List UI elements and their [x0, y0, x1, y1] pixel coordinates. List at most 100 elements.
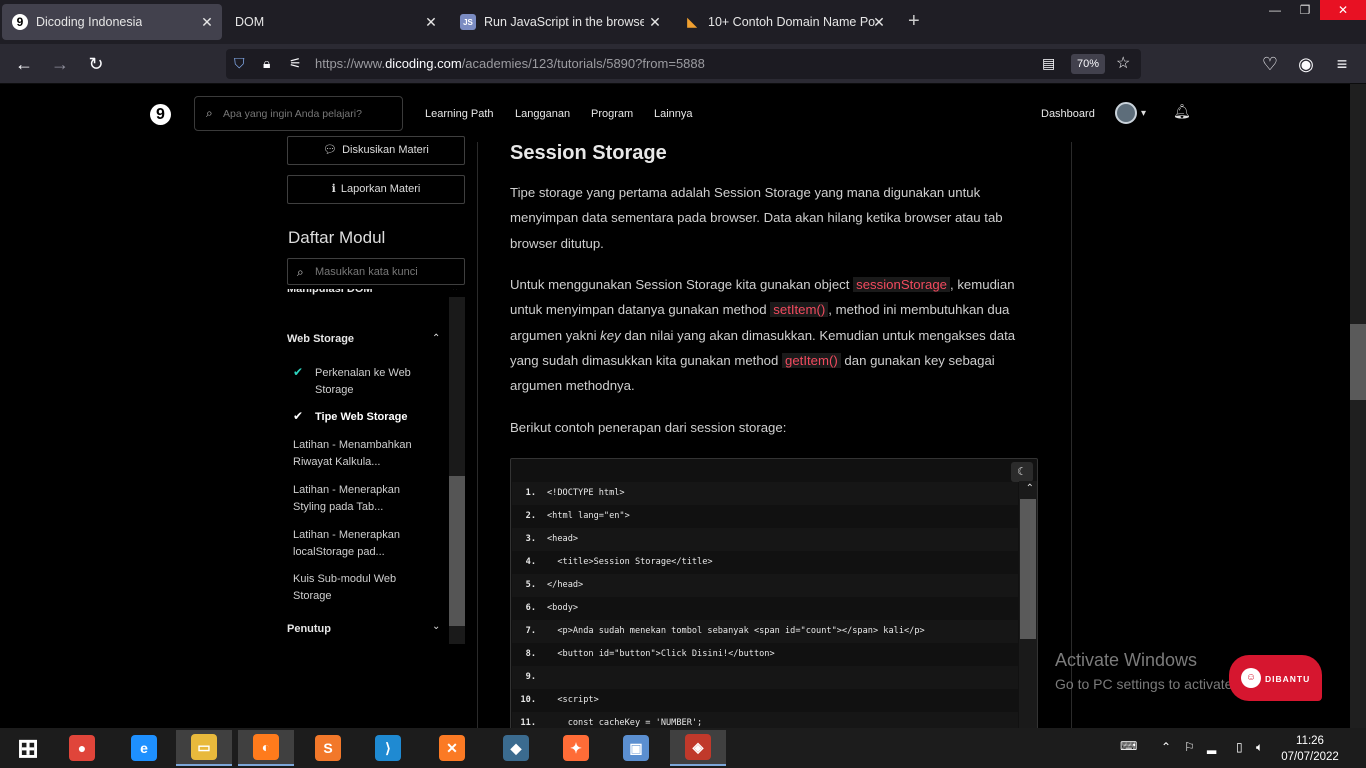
- close-tab-icon[interactable]: ✕: [870, 13, 888, 31]
- reader-view-icon[interactable]: ▤: [1042, 55, 1055, 72]
- page-scrollbar[interactable]: [1350, 84, 1366, 728]
- taskbar-start[interactable]: ⊞: [0, 730, 56, 766]
- permissions-icon[interactable]: ⚟: [289, 55, 302, 72]
- taskbar-git-extension[interactable]: ◈: [670, 730, 726, 766]
- check-icon: ✔: [293, 365, 304, 379]
- menu-learning-path[interactable]: Learning Path: [425, 108, 494, 120]
- module-section-penutup[interactable]: Penutup: [287, 621, 331, 638]
- inline-code: getItem(): [782, 352, 841, 368]
- mysql-workbench-icon: ◆: [503, 735, 529, 761]
- avatar[interactable]: [1115, 102, 1137, 124]
- tab-title: Dicoding Indonesia: [36, 15, 143, 29]
- zoom-level[interactable]: 70%: [1071, 54, 1106, 74]
- dashboard-link[interactable]: Dashboard: [1041, 108, 1095, 120]
- taskbar-sublime-text[interactable]: S: [300, 730, 356, 766]
- menu-program[interactable]: Program: [591, 108, 633, 120]
- minimize-icon[interactable]: —: [1260, 0, 1290, 20]
- site-search-input[interactable]: ⌕ Apa yang ingin Anda pelajari?: [194, 96, 403, 131]
- module-section-manipulasi-dom[interactable]: Manipulasi DOM: [287, 289, 373, 298]
- windows-taskbar: ⊞ ● e ▭ ◐ S ⟩ ✕ ◆ ✦ ▣ ◈ ⌨ ⌃ ⚐ ▂ ▯ 🔈︎ 11:26 07/07/20…: [0, 728, 1366, 768]
- url-text[interactable]: https://www.dicoding.com/academies/123/t…: [315, 56, 705, 71]
- tab-run-javascript[interactable]: JS Run JavaScript in the browser - J ✕: [450, 4, 670, 40]
- close-tab-icon[interactable]: ✕: [646, 13, 664, 31]
- code-text: <head>: [547, 534, 579, 544]
- new-tab-icon[interactable]: +: [908, 11, 920, 31]
- hamburger-menu-icon[interactable]: ≡: [1330, 52, 1354, 76]
- chevron-down-icon[interactable]: ▾: [1141, 108, 1146, 119]
- line-number: 2.: [525, 511, 536, 521]
- tab-title: 10+ Contoh Domain Name Pop: [708, 15, 876, 29]
- pocket-icon[interactable]: ♡: [1258, 52, 1282, 76]
- module-section-web-storage[interactable]: Web Storage: [287, 331, 354, 348]
- module-search-placeholder: Masukkan kata kunci: [315, 266, 418, 278]
- module-item-latihan-styling[interactable]: Latihan - Menerapkan Styling pada Tab...: [293, 482, 433, 516]
- moon-icon[interactable]: ☾: [1011, 462, 1033, 482]
- code-line: 4. <title>Session Storage</title>: [512, 551, 1018, 574]
- back-arrow-icon[interactable]: ←: [12, 52, 36, 76]
- chevron-down-icon[interactable]: ⌄: [432, 621, 440, 632]
- bookmark-star-icon[interactable]: ☆: [1116, 53, 1130, 73]
- menu-lainnya[interactable]: Lainnya: [654, 108, 693, 120]
- module-item-perkenalan[interactable]: Perkenalan ke Web Storage: [315, 365, 435, 399]
- keyboard-icon[interactable]: ⌨: [1120, 739, 1137, 753]
- dicoding-logo[interactable]: 9: [150, 104, 171, 125]
- line-number: 1.: [525, 488, 536, 498]
- code-line: 1. <!DOCTYPE html>: [512, 482, 1018, 505]
- site-header: 9 ⌕ Apa yang ingin Anda pelajari? Learni…: [0, 84, 1350, 142]
- divider: [477, 142, 478, 728]
- tracking-shield-icon[interactable]: ⛉: [234, 55, 245, 72]
- module-search-input[interactable]: ⌕ Masukkan kata kunci: [287, 258, 465, 285]
- sublime-text-icon: S: [315, 735, 341, 761]
- forward-arrow-icon[interactable]: →: [48, 52, 72, 76]
- taskbar-vscode[interactable]: ⟩: [360, 730, 416, 766]
- chevron-up-icon[interactable]: ⌃: [1026, 483, 1034, 494]
- tray-chevron-up-icon[interactable]: ⌃: [1161, 740, 1171, 754]
- taskbar-mysql-workbench[interactable]: ◆: [488, 730, 544, 766]
- module-item-kuis[interactable]: Kuis Sub-modul Web Storage: [293, 571, 433, 605]
- page-scroll-thumb[interactable]: [1350, 324, 1366, 400]
- taskbar-firefox[interactable]: ◐: [238, 730, 294, 766]
- taskbar-internet-explorer[interactable]: e: [116, 730, 172, 766]
- reload-icon[interactable]: ↻: [84, 52, 108, 76]
- close-tab-icon[interactable]: ✕: [422, 13, 440, 31]
- module-list: Manipulasi DOM ⌃ Web Storage ⌃ ✔ Perkena…: [287, 289, 465, 645]
- line-number: 4.: [525, 557, 536, 567]
- volume-icon[interactable]: 🔈︎: [1256, 740, 1263, 755]
- tab-domain-name[interactable]: ◣ 10+ Contoh Domain Name Pop ✕: [674, 4, 894, 40]
- clock[interactable]: 11:26 07/07/2022: [1280, 733, 1340, 765]
- code-line: 8. <button id="button">Click Disini!</bu…: [512, 643, 1018, 666]
- diskusikan-materi-button[interactable]: 💬︎ Diskusikan Materi: [287, 136, 465, 165]
- module-item-latihan-riwayat[interactable]: Latihan - Menambahkan Riwayat Kalkula...: [293, 437, 433, 471]
- module-list-scroll-thumb[interactable]: [449, 476, 465, 626]
- taskbar-photos[interactable]: ▣: [608, 730, 664, 766]
- lock-icon[interactable]: 🔒︎: [263, 55, 270, 72]
- tab-dom[interactable]: DOM ✕: [226, 4, 446, 40]
- browser-nav-bar: ← → ↻ ⛉ 🔒︎ ⚟ https://www.dicoding.com/ac…: [0, 44, 1366, 84]
- window-close-icon[interactable]: ✕: [1320, 0, 1366, 20]
- inline-code: setItem(): [770, 302, 829, 318]
- tab-dicoding[interactable]: 9 Dicoding Indonesia ✕: [2, 4, 222, 40]
- close-tab-icon[interactable]: ✕: [198, 13, 216, 31]
- bell-icon[interactable]: 🔔︎: [1173, 103, 1191, 120]
- network-icon[interactable]: ⚐: [1184, 740, 1195, 754]
- account-icon[interactable]: ◉: [1294, 52, 1318, 76]
- code-line: 10. <script>: [512, 689, 1018, 712]
- taskbar-chrome[interactable]: ●: [54, 730, 110, 766]
- module-item-tipe-web-storage[interactable]: Tipe Web Storage: [315, 409, 435, 426]
- laporkan-materi-button[interactable]: ℹ Laporkan Materi: [287, 175, 465, 204]
- battery-icon[interactable]: ▯: [1236, 740, 1243, 754]
- dibantu-chat-button[interactable]: ☺ DIBANTU: [1229, 655, 1322, 701]
- chevron-up-icon[interactable]: ⌃: [451, 289, 459, 297]
- menu-langganan[interactable]: Langganan: [515, 108, 570, 120]
- taskbar-xampp[interactable]: ✕: [424, 730, 480, 766]
- taskbar-file-explorer[interactable]: ▭: [176, 730, 232, 766]
- browser-tab-bar: 9 Dicoding Indonesia ✕ DOM ✕ JS Run Java…: [0, 0, 1366, 44]
- signal-icon[interactable]: ▂: [1207, 740, 1216, 754]
- taskbar-postman[interactable]: ✦: [548, 730, 604, 766]
- code-scroll-thumb[interactable]: [1020, 499, 1036, 639]
- chevron-up-icon[interactable]: ⌃: [432, 333, 440, 344]
- restore-icon[interactable]: ❐: [1290, 0, 1320, 20]
- code-block: ☾ 1. <!DOCTYPE html> 2. <html lang="en"> 3. <…: [510, 458, 1038, 728]
- address-bar[interactable]: ⛉ 🔒︎ ⚟ https://www.dicoding.com/academie…: [226, 49, 1141, 79]
- module-item-latihan-localstorage[interactable]: Latihan - Menerapkan localStorage pad...: [293, 527, 433, 561]
